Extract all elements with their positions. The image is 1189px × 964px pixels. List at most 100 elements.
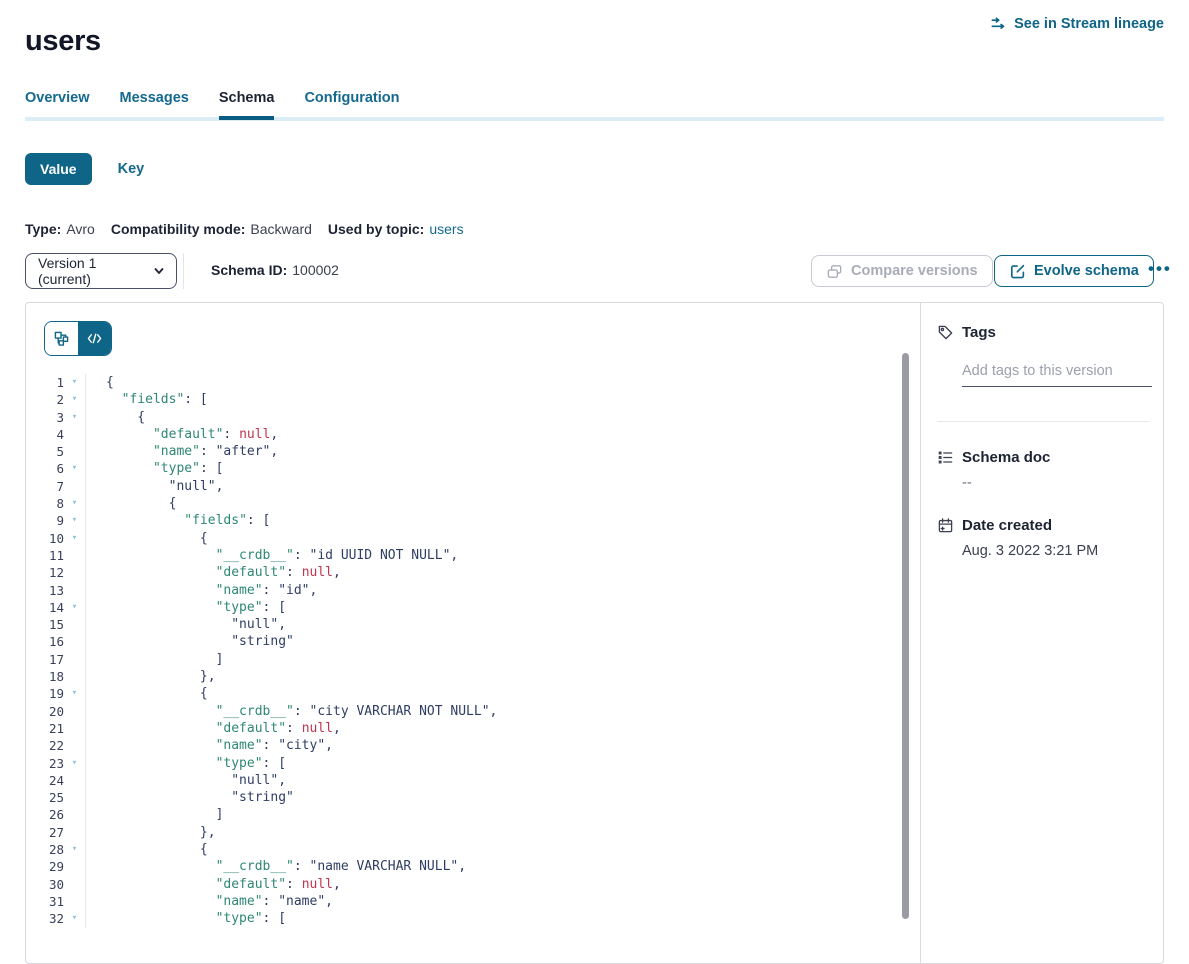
code-text: "fields": [ [85, 512, 896, 529]
tab-messages[interactable]: Messages [120, 90, 189, 120]
fold-toggle-icon[interactable]: ▾ [64, 599, 85, 616]
code-line: 26 ] [26, 806, 896, 823]
code-text: "default": null, [85, 876, 896, 893]
topic-tabs: Overview Messages Schema Configuration [25, 90, 400, 120]
version-select[interactable]: Version 1 (current) [25, 253, 177, 289]
tree-view-icon[interactable] [45, 322, 78, 355]
line-number: 11 [26, 547, 64, 564]
fold-gutter [64, 547, 85, 564]
value-toggle-button[interactable]: Value [25, 153, 92, 185]
line-number: 19 [26, 685, 64, 702]
code-text: { [85, 841, 896, 858]
tab-configuration[interactable]: Configuration [304, 90, 399, 120]
compatibility-label: Compatibility mode: [111, 221, 246, 237]
fold-gutter [64, 893, 85, 910]
code-text: "default": null, [85, 426, 896, 443]
fold-gutter [64, 633, 85, 650]
code-text: "string" [85, 633, 896, 650]
line-number: 25 [26, 789, 64, 806]
fold-toggle-icon[interactable]: ▾ [64, 409, 85, 426]
line-number: 30 [26, 876, 64, 893]
code-line: 8▾ { [26, 495, 896, 512]
code-text: "name": "city", [85, 737, 896, 754]
code-text: "__crdb__": "city VARCHAR NOT NULL", [85, 703, 896, 720]
code-line: 3▾ { [26, 409, 896, 426]
topic-link[interactable]: users [429, 221, 463, 237]
line-number: 10 [26, 530, 64, 547]
schema-doc-value: -- [962, 475, 972, 491]
fold-toggle-icon[interactable]: ▾ [64, 460, 85, 477]
line-number: 27 [26, 824, 64, 841]
editor-view-toggle [44, 321, 112, 356]
line-number: 22 [26, 737, 64, 754]
code-text: { [85, 530, 896, 547]
line-number: 1 [26, 374, 64, 391]
code-text: "__crdb__": "id UUID NOT NULL", [85, 547, 896, 564]
code-line: 11 "__crdb__": "id UUID NOT NULL", [26, 547, 896, 564]
line-number: 28 [26, 841, 64, 858]
key-toggle-button[interactable]: Key [118, 161, 145, 177]
fold-gutter [64, 789, 85, 806]
code-line: 17 ] [26, 651, 896, 668]
tab-overview[interactable]: Overview [25, 90, 90, 120]
code-line: 2▾ "fields": [ [26, 391, 896, 408]
code-line: 9▾ "fields": [ [26, 512, 896, 529]
editor-scrollbar-thumb[interactable] [902, 353, 909, 919]
fold-gutter [64, 651, 85, 668]
tab-schema[interactable]: Schema [219, 90, 275, 120]
fold-gutter [64, 806, 85, 823]
schema-meta-line: Type: Avro Compatibility mode: Backward … [25, 221, 464, 237]
code-text: "name": "id", [85, 582, 896, 599]
fold-toggle-icon[interactable]: ▾ [64, 391, 85, 408]
version-bar-divider [183, 253, 184, 289]
code-line: 32▾ "type": [ [26, 910, 896, 927]
compare-versions-button[interactable]: Compare versions [811, 255, 993, 287]
fold-gutter [64, 876, 85, 893]
line-number: 21 [26, 720, 64, 737]
code-line: 23▾ "type": [ [26, 755, 896, 772]
line-number: 17 [26, 651, 64, 668]
sidebar-divider [937, 421, 1149, 422]
fold-toggle-icon[interactable]: ▾ [64, 755, 85, 772]
fold-toggle-icon[interactable]: ▾ [64, 841, 85, 858]
line-number: 24 [26, 772, 64, 789]
code-line: 30 "default": null, [26, 876, 896, 893]
code-line: 29 "__crdb__": "name VARCHAR NULL", [26, 858, 896, 875]
fold-toggle-icon[interactable]: ▾ [64, 910, 85, 927]
code-text: { [85, 495, 896, 512]
fold-toggle-icon[interactable]: ▾ [64, 374, 85, 391]
code-text: "string" [85, 789, 896, 806]
tags-section: Tags [921, 324, 1163, 341]
fold-toggle-icon[interactable]: ▾ [64, 495, 85, 512]
see-in-stream-lineage-link[interactable]: See in Stream lineage [990, 15, 1164, 32]
code-line: 21 "default": null, [26, 720, 896, 737]
compare-versions-icon [826, 263, 843, 280]
code-line: 18 }, [26, 668, 896, 685]
add-tags-input[interactable] [962, 361, 1152, 387]
more-options-button[interactable]: ••• [1144, 253, 1176, 285]
fold-toggle-icon[interactable]: ▾ [64, 685, 85, 702]
evolve-schema-button[interactable]: Evolve schema [994, 255, 1154, 287]
code-view-icon[interactable] [78, 322, 111, 355]
code-text: ] [85, 806, 896, 823]
line-number: 31 [26, 893, 64, 910]
stream-lineage-icon [990, 15, 1007, 32]
code-text: "type": [ [85, 460, 896, 477]
fold-toggle-icon[interactable]: ▾ [64, 530, 85, 547]
fold-gutter [64, 582, 85, 599]
code-text: "default": null, [85, 564, 896, 581]
fold-gutter [64, 426, 85, 443]
fold-gutter [64, 564, 85, 581]
schema-doc-section: Schema doc [921, 449, 1163, 466]
code-line: 7 "null", [26, 478, 896, 495]
schema-panel: 1▾{2▾ "fields": [3▾ {4 "default": null,5… [25, 302, 1164, 964]
line-number: 8 [26, 495, 64, 512]
code-line: 19▾ { [26, 685, 896, 702]
fold-gutter [64, 668, 85, 685]
line-number: 20 [26, 703, 64, 720]
fold-toggle-icon[interactable]: ▾ [64, 512, 85, 529]
code-text: "type": [ [85, 755, 896, 772]
lineage-link-label: See in Stream lineage [1014, 16, 1164, 32]
code-line: 22 "name": "city", [26, 737, 896, 754]
date-created-section: Date created [921, 517, 1163, 534]
